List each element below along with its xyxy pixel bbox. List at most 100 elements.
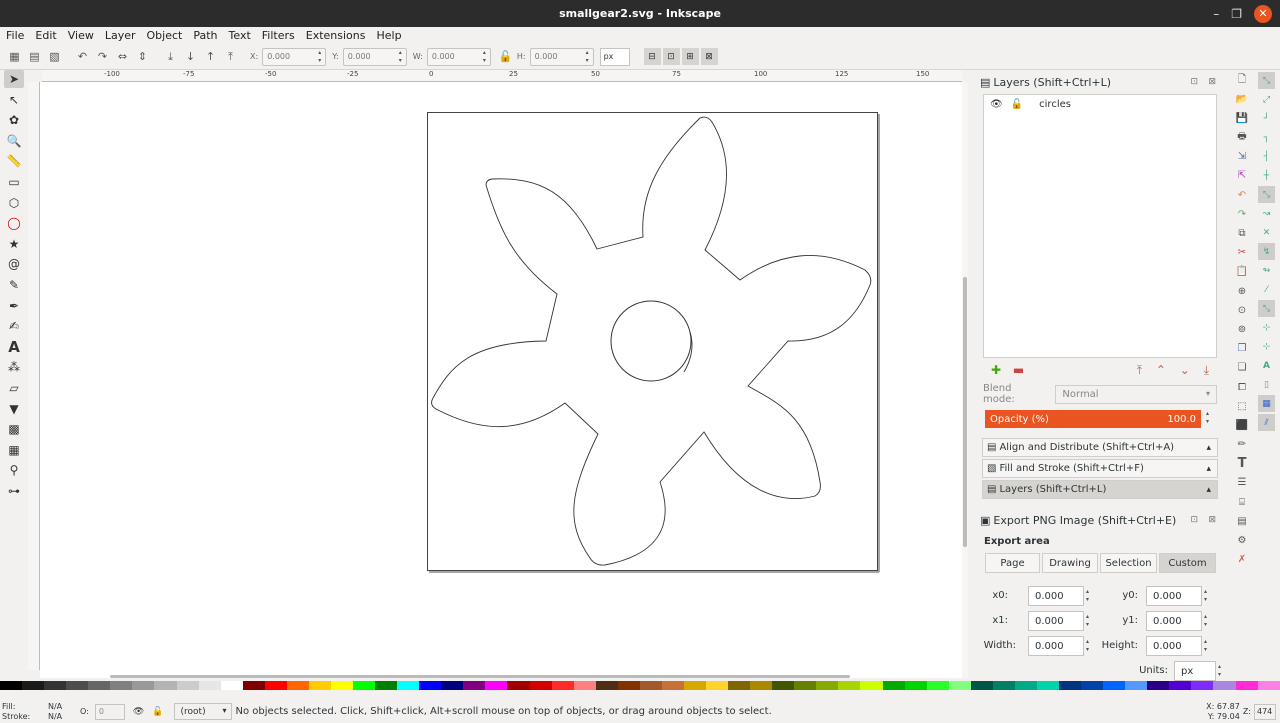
palette-swatch[interactable] [485, 681, 508, 690]
palette-swatch[interactable] [683, 681, 706, 690]
palette-swatch[interactable] [617, 681, 640, 690]
palette-swatch[interactable] [772, 681, 795, 690]
menu-extensions[interactable]: Extensions [306, 29, 366, 42]
pen-icon[interactable]: ✒ [4, 297, 24, 315]
palette-swatch[interactable] [22, 681, 45, 690]
snap-bbox-icon[interactable]: ⤢ [1258, 91, 1275, 108]
deselect-icon[interactable]: ▧ [46, 48, 63, 65]
lower-bottom-icon[interactable]: ⤓ [1204, 363, 1209, 377]
pencil-icon[interactable]: ✎ [4, 276, 24, 294]
palette-swatch[interactable] [220, 681, 243, 690]
move-patterns-icon[interactable]: ⊠ [700, 48, 718, 65]
group-icon[interactable]: ⬚ [1234, 398, 1250, 414]
export-float-icon[interactable]: ⊡ [1190, 515, 1198, 525]
lower-bottom-icon[interactable]: ⤓ [162, 48, 179, 65]
palette-swatch[interactable] [1235, 681, 1258, 690]
snap-bbox-center-icon[interactable]: ┼ [1258, 167, 1275, 184]
lower-layer-icon[interactable]: ⌄ [1180, 363, 1190, 377]
palette-swatch[interactable] [1169, 681, 1192, 690]
vertical-scroll-thumb[interactable] [963, 277, 967, 547]
snap-bbox-midpoint-icon[interactable]: ┤ [1258, 148, 1275, 165]
menu-text[interactable]: Text [229, 29, 251, 42]
layer-row[interactable]: 👁 🔓 circles [984, 95, 1216, 113]
w-input[interactable]: 0.000 [426, 47, 491, 66]
preferences-icon[interactable]: ⚙ [1234, 533, 1250, 549]
palette-swatch[interactable] [1014, 681, 1037, 690]
calligraphy-icon[interactable]: ✍ [4, 317, 24, 335]
horizontal-scrollbar[interactable] [40, 674, 962, 679]
palette-swatch[interactable] [948, 681, 971, 690]
area-custom-button[interactable]: Custom [1159, 553, 1216, 573]
node-icon[interactable]: ↖ [4, 91, 24, 109]
move-gradients-icon[interactable]: ⊞ [681, 48, 699, 65]
palette-swatch[interactable] [507, 681, 530, 690]
star-icon[interactable]: ★ [4, 235, 24, 253]
snap-toggle-icon[interactable]: ⤡ [1258, 72, 1275, 89]
snap-text-baseline-icon[interactable]: A [1258, 357, 1275, 374]
flip-horizontal-icon[interactable]: ⇔ [114, 48, 131, 65]
open-icon[interactable]: 📂 [1234, 91, 1250, 107]
palette-swatch[interactable] [816, 681, 839, 690]
menu-layer[interactable]: Layer [105, 29, 136, 42]
palette-swatch[interactable] [860, 681, 883, 690]
palette-swatch[interactable] [904, 681, 927, 690]
palette-swatch[interactable] [838, 681, 861, 690]
palette-swatch[interactable] [66, 681, 89, 690]
lock-icon[interactable]: 🔓 [1011, 99, 1023, 110]
export-close-icon[interactable]: ⊠ [1208, 515, 1216, 525]
palette-swatch[interactable] [441, 681, 464, 690]
opacity-slider[interactable]: Opacity (%) 100.0 [985, 410, 1201, 428]
palette-swatch[interactable] [1213, 681, 1236, 690]
layers-collapsed-panel[interactable]: ▤ Layers (Shift+Ctrl+L) [982, 480, 1218, 499]
menu-path[interactable]: Path [193, 29, 217, 42]
horizontal-scroll-thumb[interactable] [110, 675, 850, 678]
palette-swatch[interactable] [419, 681, 442, 690]
layer-name[interactable]: circles [1039, 99, 1071, 110]
palette-swatch[interactable] [551, 681, 574, 690]
palette-swatch[interactable] [926, 681, 949, 690]
blend-mode-select[interactable]: Normal [1055, 384, 1217, 404]
menu-filters[interactable]: Filters [262, 29, 295, 42]
select-all-layers-icon[interactable]: ▤ [26, 48, 43, 65]
area-selection-button[interactable]: Selection [1100, 553, 1157, 573]
new-document-icon[interactable]: 🗋 [1234, 72, 1250, 88]
palette-swatch[interactable] [88, 681, 111, 690]
snap-grids-icon[interactable]: ▦ [1258, 395, 1275, 412]
eye-icon[interactable]: 👁 [990, 99, 1003, 110]
menu-edit[interactable]: Edit [35, 29, 56, 42]
redo-icon[interactable]: ↷ [1234, 206, 1250, 222]
text-font-icon[interactable]: T [1234, 456, 1250, 472]
palette-swatch[interactable] [44, 681, 67, 690]
raise-icon[interactable]: ↑ [202, 48, 219, 65]
palette-swatch[interactable] [1081, 681, 1104, 690]
menu-view[interactable]: View [68, 29, 94, 42]
palette-swatch[interactable] [1036, 681, 1059, 690]
add-layer-icon[interactable]: ✚ [991, 363, 1001, 377]
x1-input[interactable]: 0.000 [1028, 611, 1092, 631]
connector-icon[interactable]: ⊶ [4, 482, 24, 500]
close-icon[interactable]: ✕ [1254, 4, 1272, 23]
palette-swatch[interactable] [353, 681, 376, 690]
zoom-drawing-icon[interactable]: ⊙ [1234, 302, 1250, 318]
units-select[interactable]: px [599, 47, 630, 66]
palette-swatch[interactable] [198, 681, 221, 690]
layers-dialog-icon[interactable]: ☰ [1234, 475, 1250, 491]
snap-smooth-icon[interactable]: ↬ [1258, 262, 1275, 279]
minimize-icon[interactable]: – [1213, 7, 1219, 21]
area-page-button[interactable]: Page [985, 553, 1040, 573]
rotate-cw-icon[interactable]: ↷ [94, 48, 111, 65]
x0-input[interactable]: 0.000 [1028, 586, 1092, 606]
snap-center-icon[interactable]: ⊹ [1258, 319, 1275, 336]
text-icon[interactable]: A [4, 338, 24, 356]
snap-page-icon[interactable]: ▯ [1258, 376, 1275, 393]
mesh-icon[interactable]: ▦ [4, 441, 24, 459]
export-units-select[interactable]: px [1174, 661, 1224, 681]
lock-ratio-icon[interactable]: 🔓 [497, 48, 514, 65]
duplicate-icon[interactable]: ❐ [1234, 341, 1250, 357]
palette-swatch[interactable] [728, 681, 751, 690]
palette-swatch[interactable] [397, 681, 420, 690]
snap-nodes-icon[interactable]: ⤡ [1258, 186, 1275, 203]
snap-others-icon[interactable]: ⤡ [1258, 300, 1275, 317]
ellipse-icon[interactable]: ◯ [4, 214, 24, 232]
palette-swatch[interactable] [176, 681, 199, 690]
